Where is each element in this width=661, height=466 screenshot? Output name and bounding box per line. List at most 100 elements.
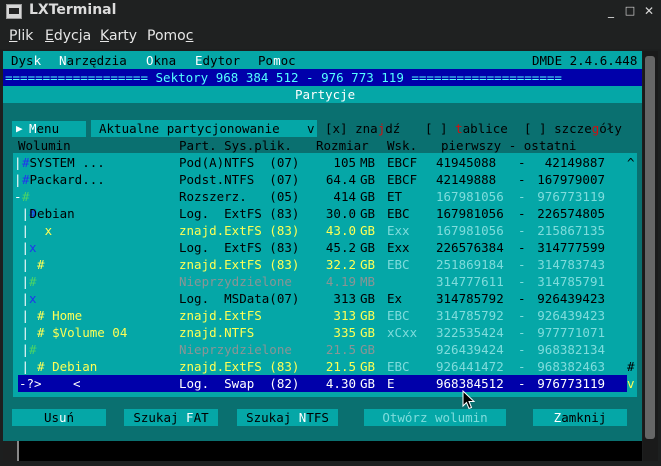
menu-edycja[interactable]: Edycja [45, 28, 91, 44]
partition-size: 32.2 [325, 257, 356, 272]
partition-flags: EBCF [387, 172, 418, 187]
tree-branch: -?> [19, 376, 42, 391]
col-header-part: Part. Sys.plik. [179, 138, 292, 153]
menu-plik[interactable]: Plik [9, 28, 33, 44]
volume-name: Debian [22, 206, 75, 221]
chevron-down-icon[interactable]: v [307, 120, 315, 137]
size-unit: GB [360, 291, 376, 306]
volume-name: x [22, 223, 53, 238]
size-unit: GB [360, 342, 376, 357]
partition-type: Nieprzydzielone [179, 342, 292, 357]
first-sector: 314785792 [436, 308, 504, 323]
dmde-menu-edytor[interactable]: Edytor [195, 52, 240, 69]
dialog-menu-button[interactable]: ▶ Menu [12, 121, 86, 137]
partition-flags: Exx [387, 240, 410, 255]
open-volume-button[interactable]: Otwórz wolumin [364, 409, 506, 426]
close-icon[interactable]: ✕ [642, 4, 656, 18]
volume-name: # [22, 257, 45, 272]
range-separator: - [518, 223, 526, 238]
window-titlebar: LXTerminal _ □ ✕ [0, 0, 661, 24]
partition-type: znajd.NTFS [179, 325, 255, 340]
partition-size: 313 [333, 308, 356, 323]
range-separator: - [518, 376, 526, 391]
minimize-icon[interactable]: _ [604, 4, 618, 18]
close-button[interactable]: Zamknij [533, 409, 627, 426]
range-separator: - [518, 342, 526, 357]
scrollbar-thumb[interactable] [645, 56, 655, 439]
volume-name: < [58, 376, 81, 391]
partition-type: znajd.ExtFS (83) [179, 257, 300, 272]
partition-size: 313 [333, 291, 356, 306]
partition-flags: EBC [387, 257, 410, 272]
partition-size: 30.0 [325, 206, 356, 221]
sectors-bar: =================== Sektory 968 384 512 … [3, 69, 642, 86]
dmde-menubar: Dysk Narzędzia Okna Edytor Pomoc DMDE 2.… [3, 52, 642, 69]
terminal-app-icon [6, 4, 22, 19]
partition-row-selected[interactable]: -?> < Log. Swap (82) 4.30 GB E 968384512… [18, 375, 635, 392]
tree-branch: | [14, 240, 30, 255]
terminal-cursor [3, 441, 19, 461]
volume-name: # $Volume 04 [22, 325, 128, 340]
partition-size: 64.4 [325, 172, 356, 187]
partition-size: 4.30 [325, 376, 356, 391]
partition-type: Rozszerz. (05) [179, 189, 300, 204]
size-unit: GB [360, 359, 376, 374]
found-checkbox[interactable]: [x] znajdź [325, 120, 400, 137]
dmde-menu-dysk[interactable]: Dysk [11, 52, 41, 69]
last-sector: 976773119 [537, 376, 605, 391]
partition-flags: Ex [387, 291, 403, 306]
first-sector: 42149888 [436, 172, 497, 187]
last-sector: 968382134 [537, 342, 605, 357]
menubar: Plik Edycja Karty Pomoc [0, 24, 661, 49]
partition-size: 414 [333, 189, 356, 204]
first-sector: 926441472 [436, 359, 504, 374]
range-separator: - [518, 308, 526, 323]
size-unit: GB [360, 240, 376, 255]
menu-karty[interactable]: Karty [100, 28, 137, 44]
dmde-menu-narzedzia[interactable]: Narzędzia [59, 52, 127, 69]
last-sector: 314777599 [537, 240, 605, 255]
dmde-menu-okna[interactable]: Okna [146, 52, 176, 69]
partition-type: Log. MSData(07) [179, 291, 300, 306]
tree-branch: - [14, 189, 22, 204]
range-separator: - [518, 359, 526, 374]
volume-marker: # [29, 274, 37, 289]
partition-type: Podst.NTFS (07) [179, 172, 300, 187]
size-unit: MB [360, 274, 376, 289]
partition-flags: Exx [387, 223, 410, 238]
range-separator: - [518, 257, 526, 272]
partitioning-select[interactable]: Aktualne partycjonowanie [91, 120, 317, 137]
range-separator: - [518, 189, 526, 204]
volume-name: SYSTEM ... [22, 155, 105, 170]
partition-type: Nieprzydzielone [179, 274, 292, 289]
partition-size: 105 [333, 155, 356, 170]
last-sector: 314785791 [537, 274, 605, 289]
search-fat-button[interactable]: Szukaj FAT [124, 409, 218, 426]
volume-name: # Home [22, 308, 83, 323]
partition-type: Log. ExtFS (83) [179, 240, 300, 255]
first-sector: 41945088 [436, 155, 497, 170]
tables-checkbox[interactable]: [ ] tablice [425, 120, 508, 137]
partitions-title: Partycje [295, 87, 356, 102]
maximize-icon[interactable]: □ [623, 4, 637, 18]
details-checkbox[interactable]: [ ] szczegóły [524, 120, 622, 137]
search-ntfs-button[interactable]: Szukaj NTFS [237, 409, 338, 426]
last-sector: 976773119 [537, 189, 605, 204]
delete-button[interactable]: Usuń [12, 409, 106, 426]
last-sector: 926439423 [537, 308, 605, 323]
col-header-range: pierwszy - ostatni [441, 138, 577, 153]
menu-pomoc[interactable]: Pomoc [147, 28, 193, 44]
size-unit: GB [360, 172, 376, 187]
first-sector: 314777611 [436, 274, 504, 289]
tree-branch: | [14, 342, 30, 357]
volume-marker: x [29, 291, 37, 306]
partition-type: Log. Swap (82) [179, 376, 300, 391]
sectors-range: =================== Sektory 968 384 512 … [5, 70, 562, 85]
partition-size: 21.5 [325, 342, 356, 357]
scroll-down-marker: v [627, 376, 635, 391]
range-separator: - [518, 325, 526, 340]
tree-branch: | [14, 155, 22, 170]
partition-flags: E [387, 376, 395, 391]
dmde-menu-pomoc[interactable]: Pomoc [258, 52, 296, 69]
first-sector: 314785792 [436, 291, 504, 306]
